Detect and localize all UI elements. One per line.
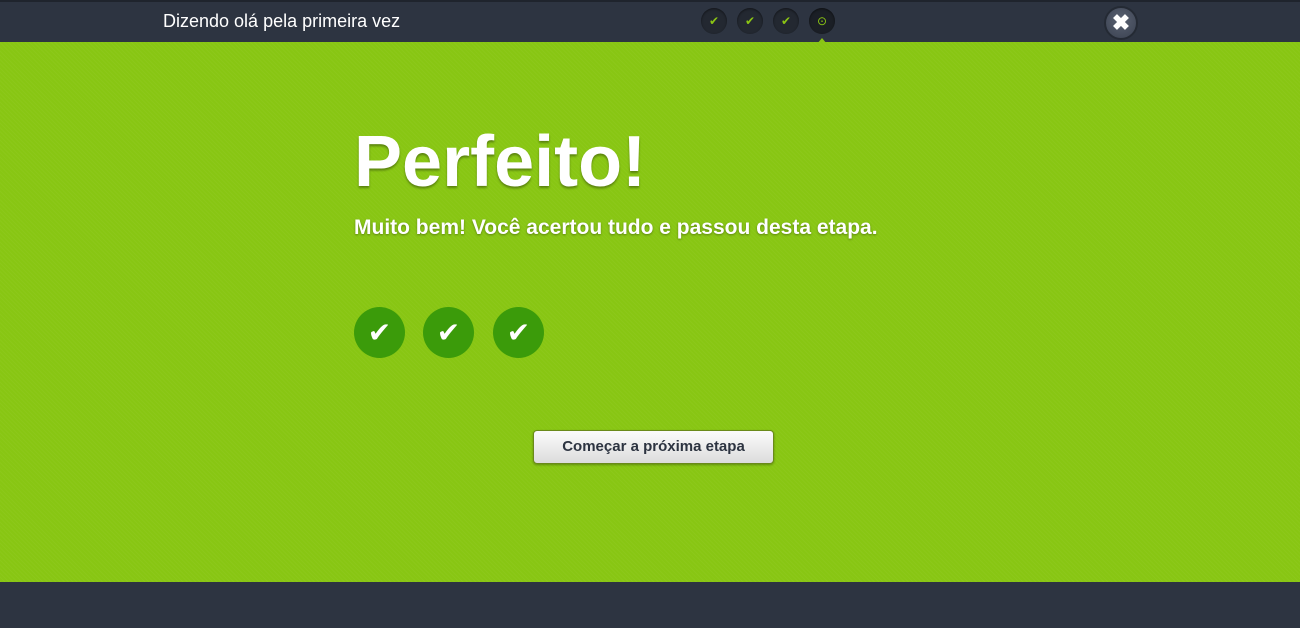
check-icon: ✔ — [744, 14, 756, 28]
top-bar: Dizendo olá pela primeira vez ✔ ✔ ✔ ⊙ ✖ — [0, 0, 1300, 44]
check-icon: ✔ — [367, 317, 392, 348]
result-check-icon: ✔ — [354, 307, 405, 358]
target-icon: ⊙ — [816, 14, 828, 28]
close-icon: ✖ — [1111, 10, 1131, 35]
page-title: Perfeito! — [354, 122, 647, 202]
start-next-step-button[interactable]: Começar a próxima etapa — [533, 430, 774, 464]
check-icon: ✔ — [506, 317, 531, 348]
progress-step-2[interactable]: ✔ — [737, 8, 763, 34]
progress-step-1[interactable]: ✔ — [701, 8, 727, 34]
close-button[interactable]: ✖ — [1104, 6, 1138, 40]
check-icon: ✔ — [780, 14, 792, 28]
lesson-title: Dizendo olá pela primeira vez — [163, 11, 401, 31]
footer-bar — [0, 582, 1300, 628]
check-icon: ✔ — [708, 14, 720, 28]
progress-step-3[interactable]: ✔ — [773, 8, 799, 34]
success-message: Muito bem! Você acertou tudo e passou de… — [354, 216, 878, 239]
result-check-icon: ✔ — [423, 307, 474, 358]
progress-step-4-current[interactable]: ⊙ — [809, 8, 835, 44]
result-check-icon: ✔ — [493, 307, 544, 358]
lesson-complete-panel: Perfeito! Muito bem! Você acertou tudo e… — [0, 42, 1300, 582]
check-icon: ✔ — [436, 317, 461, 348]
